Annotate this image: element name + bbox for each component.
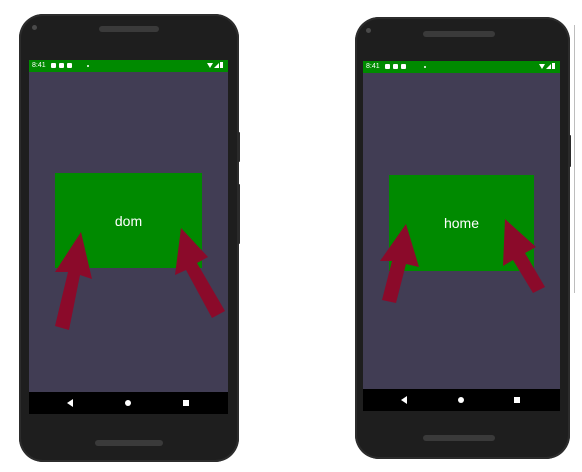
phone-left: 8:41 dom	[19, 14, 240, 462]
volume-button	[237, 184, 240, 244]
front-camera	[366, 28, 371, 33]
phone-right: 8:41 home	[355, 17, 571, 459]
arrow-right-icon	[503, 219, 545, 293]
arrow-right-icon	[175, 228, 225, 318]
navigation-bar	[363, 389, 560, 411]
arrow-left-icon	[380, 224, 419, 303]
earpiece	[99, 26, 159, 32]
arrow-left-icon	[55, 232, 92, 330]
navigation-bar	[29, 392, 228, 414]
arrow-annotations	[380, 219, 545, 303]
power-button	[237, 132, 240, 162]
recents-square-icon[interactable]	[183, 400, 189, 406]
recents-square-icon[interactable]	[514, 397, 520, 403]
front-camera	[32, 25, 37, 30]
speaker-grille	[423, 435, 495, 441]
earpiece	[423, 31, 495, 37]
power-button	[568, 135, 571, 167]
back-triangle-icon[interactable]	[67, 399, 73, 407]
back-triangle-icon[interactable]	[401, 396, 407, 404]
arrow-annotations	[55, 228, 225, 330]
phone-screen: 8:41 home	[363, 61, 560, 411]
home-circle-icon[interactable]	[125, 400, 131, 406]
home-circle-icon[interactable]	[458, 397, 464, 403]
phone-screen: 8:41 dom	[29, 60, 228, 414]
speaker-grille	[95, 440, 163, 446]
divider-line	[574, 25, 575, 293]
